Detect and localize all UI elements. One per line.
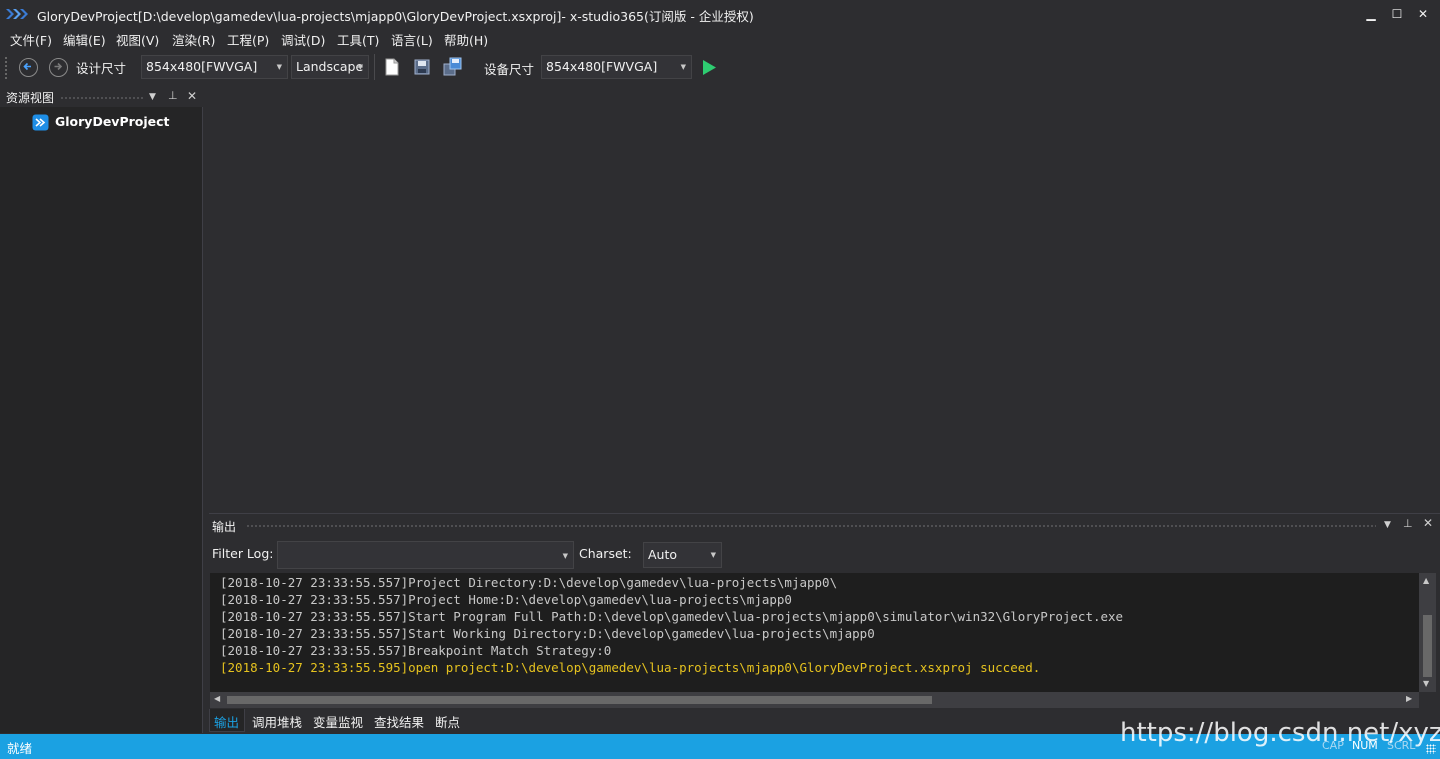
menu-bar: 文件(F) 编辑(E) 视图(V) 渲染(R) 工程(P) 调试(D) 工具(T… xyxy=(0,28,1440,48)
filter-log-input[interactable]: ▼ xyxy=(277,541,574,569)
tab-output-label: 输出 xyxy=(214,715,240,730)
scroll-right-icon[interactable]: ▶ xyxy=(1406,694,1412,703)
menu-view[interactable]: 视图(V) xyxy=(116,30,159,49)
menu-tools[interactable]: 工具(T) xyxy=(337,30,379,49)
device-size-select[interactable]: 854x480[FWVGA] ▼ xyxy=(541,55,692,79)
device-size-value: 854x480[FWVGA] xyxy=(546,59,658,74)
resource-view-title: 资源视图 xyxy=(6,91,55,105)
maximize-button[interactable]: ☐ xyxy=(1385,4,1409,24)
menu-file[interactable]: 文件(F) xyxy=(10,30,52,49)
save-all-icon[interactable] xyxy=(443,57,463,77)
log-line: [2018-10-27 23:33:55.557]Project Directo… xyxy=(220,575,838,590)
chevron-down-icon: ▼ xyxy=(680,63,686,71)
chevron-down-icon: ▼ xyxy=(710,551,716,559)
toolbar-grip[interactable] xyxy=(4,56,8,80)
project-tree-root[interactable]: GloryDevProject xyxy=(55,114,170,129)
vertical-scrollbar[interactable]: ▲ ▼ xyxy=(1419,573,1436,692)
app-logo-icon xyxy=(6,9,28,19)
log-line: [2018-10-27 23:33:55.557]Breakpoint Matc… xyxy=(220,643,612,658)
scroll-corner xyxy=(1419,692,1436,708)
filter-log-label: Filter Log: xyxy=(212,546,274,561)
log-line-success: [2018-10-27 23:33:55.595]open project:D:… xyxy=(220,660,1041,675)
menu-language[interactable]: 语言(L) xyxy=(391,30,433,49)
dropdown-icon[interactable]: ▼ xyxy=(1384,520,1391,530)
forward-button[interactable] xyxy=(49,58,68,77)
arrow-right-icon xyxy=(54,62,63,71)
menu-debug[interactable]: 调试(D) xyxy=(281,30,325,49)
pin-icon[interactable]: ⊥ xyxy=(1403,517,1413,530)
chevron-down-icon: ▼ xyxy=(357,63,363,71)
charset-label: Charset: xyxy=(579,546,632,561)
minimize-button[interactable]: ▁ xyxy=(1359,4,1383,24)
scroll-down-icon[interactable]: ▼ xyxy=(1423,679,1429,688)
new-file-icon[interactable] xyxy=(384,58,400,76)
chevron-down-icon: ▼ xyxy=(276,63,282,71)
menu-help[interactable]: 帮助(H) xyxy=(444,30,488,49)
scroll-up-icon[interactable]: ▲ xyxy=(1423,576,1429,585)
back-button[interactable] xyxy=(19,58,38,77)
chevron-down-icon: ▼ xyxy=(562,552,568,560)
charset-select[interactable]: Auto ▼ xyxy=(643,542,722,568)
save-icon[interactable] xyxy=(414,59,430,75)
horizontal-scroll-thumb[interactable] xyxy=(227,696,932,704)
window-title: GloryDevProject[D:\develop\gamedev\lua-p… xyxy=(37,9,754,24)
design-size-select[interactable]: 854x480[FWVGA] ▼ xyxy=(141,55,288,79)
menu-edit[interactable]: 编辑(E) xyxy=(63,30,106,49)
menu-project[interactable]: 工程(P) xyxy=(227,30,269,49)
horizontal-scrollbar[interactable]: ◀ ▶ xyxy=(210,692,1419,708)
charset-value: Auto xyxy=(648,547,678,562)
tab-call-stack[interactable]: 调用堆栈 xyxy=(252,712,302,731)
output-title: 输出 xyxy=(212,520,237,534)
log-line: [2018-10-27 23:33:55.557]Project Home:D:… xyxy=(220,592,792,607)
resource-view-panel xyxy=(0,87,203,733)
device-size-label: 设备尺寸 xyxy=(484,62,535,77)
watermark: https://blog.csdn.net/xyzzf xyxy=(1120,718,1440,748)
project-icon xyxy=(32,114,49,131)
toolbar-separator xyxy=(374,54,375,80)
close-panel-icon[interactable]: ✕ xyxy=(187,89,197,103)
log-line: [2018-10-27 23:33:55.557]Start Program F… xyxy=(220,609,1124,624)
panel-grip xyxy=(60,96,143,100)
arrow-left-icon xyxy=(23,62,31,71)
log-line: [2018-10-27 23:33:55.557]Start Working D… xyxy=(220,626,875,641)
tab-find-results[interactable]: 查找结果 xyxy=(374,712,424,731)
close-panel-icon[interactable]: ✕ xyxy=(1423,516,1433,530)
pin-icon[interactable]: ⊥ xyxy=(168,89,178,102)
close-button[interactable]: ✕ xyxy=(1411,4,1435,24)
panel-grip xyxy=(246,524,1376,528)
design-size-label: 设计尺寸 xyxy=(76,61,127,76)
design-size-value: 854x480[FWVGA] xyxy=(146,59,258,74)
tab-breakpoints[interactable]: 断点 xyxy=(435,712,460,731)
editor-area[interactable] xyxy=(209,87,1440,507)
tab-watch[interactable]: 变量监视 xyxy=(313,712,363,731)
menu-render[interactable]: 渲染(R) xyxy=(172,30,215,49)
scroll-left-icon[interactable]: ◀ xyxy=(214,694,220,703)
status-text: 就绪 xyxy=(7,741,33,756)
orientation-select[interactable]: Landscape ▼ xyxy=(291,55,369,79)
orientation-value: Landscape xyxy=(296,59,364,74)
vertical-scroll-thumb[interactable] xyxy=(1423,615,1432,677)
run-button[interactable] xyxy=(701,59,717,76)
play-icon xyxy=(703,60,716,75)
output-console[interactable]: [2018-10-27 23:33:55.557]Project Directo… xyxy=(210,573,1419,692)
dropdown-icon[interactable]: ▼ xyxy=(149,92,156,102)
